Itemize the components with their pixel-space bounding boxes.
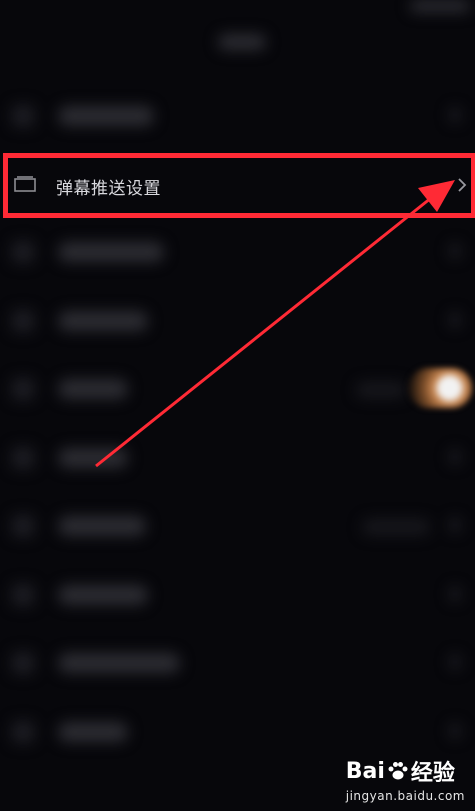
toggle-switch[interactable] <box>408 368 472 408</box>
baidu-jingyan-watermark: Bai 经验 jingyan.baidu.com <box>345 755 465 804</box>
highlight-box <box>3 153 475 218</box>
watermark-url: jingyan.baidu.com <box>345 789 465 803</box>
watermark-brand-right: 经验 <box>410 761 455 786</box>
watermark-brand-left: Bai <box>345 758 385 784</box>
settings-screen: 弹幕推送设置 Bai 经验 jingyan.baidu.com <box>0 0 475 811</box>
blurred-settings-list <box>0 0 475 811</box>
paw-icon <box>388 762 408 780</box>
